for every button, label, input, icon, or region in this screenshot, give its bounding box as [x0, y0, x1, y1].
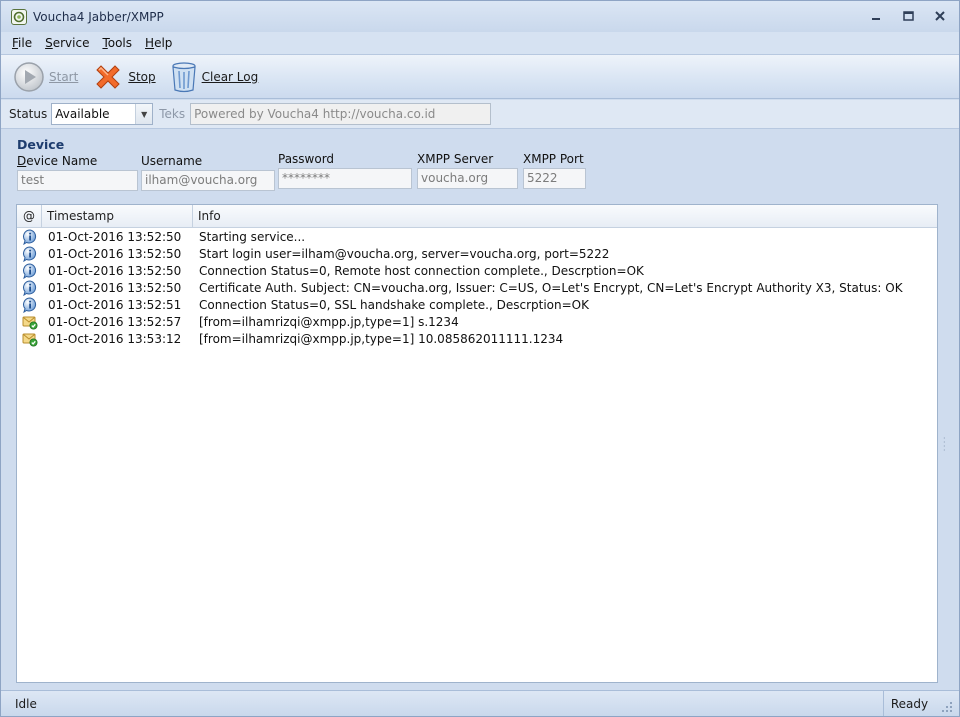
row-timestamp: 01-Oct-2016 13:53:12 [48, 331, 182, 346]
xmpp-port-group: XMPP Port 5222 [523, 152, 586, 189]
row-info: [from=ilhamrizqi@xmpp.jp,type=1] 10.0858… [199, 331, 564, 346]
log-grid[interactable]: @ Timestamp Info 01-Oct-2016 13:52:50 Sta… [16, 204, 938, 683]
status-row: Status Available ▼ Teks Powered by Vouch… [1, 100, 959, 129]
teks-label: Teks [159, 107, 186, 121]
row-timestamp: 01-Oct-2016 13:52:50 [48, 280, 182, 295]
device-group-title: Device [17, 137, 65, 152]
minimize-icon [872, 18, 880, 20]
close-icon [935, 11, 945, 21]
teks-input[interactable]: Powered by Voucha4 http://voucha.co.id [190, 103, 492, 125]
row-info: [from=ilhamrizqi@xmpp.jp,type=1] s.1234 [199, 314, 459, 329]
menu-bar: File Service Tools Help [1, 32, 959, 54]
username-label: Username [141, 154, 203, 168]
chevron-down-icon[interactable]: ▼ [135, 104, 153, 124]
message-received-icon [17, 314, 42, 330]
play-icon [14, 61, 44, 92]
password-field[interactable]: ******** [278, 168, 412, 189]
column-header-timestamp[interactable]: Timestamp [42, 205, 193, 227]
menu-service[interactable]: Service [44, 36, 90, 50]
device-name-field[interactable]: test [17, 170, 138, 191]
xmpp-server-label: XMPP Server [417, 152, 494, 166]
log-grid-header: @ Timestamp Info [17, 205, 937, 228]
status-bar: Idle Ready [1, 690, 959, 716]
table-row[interactable]: 01-Oct-2016 13:52:50 Connection Status=0,… [17, 262, 937, 279]
info-icon [17, 262, 42, 279]
clear-log-label: Clear Log [201, 69, 259, 84]
message-received-icon [17, 331, 42, 347]
table-row[interactable]: 01-Oct-2016 13:52:57 [from=ilhamrizqi@xmp… [17, 313, 937, 330]
row-info: Starting service... [199, 229, 306, 244]
status-label: Status [9, 107, 48, 121]
row-timestamp: 01-Oct-2016 13:52:51 [48, 297, 182, 312]
splitter-grip-icon[interactable]: · · · · [943, 435, 947, 455]
table-row[interactable]: 01-Oct-2016 13:52:51 Connection Status=0,… [17, 296, 937, 313]
row-info: Connection Status=0, SSL handshake compl… [199, 297, 589, 312]
info-icon [17, 245, 42, 262]
row-timestamp: 01-Oct-2016 13:52:50 [48, 246, 182, 261]
status-bar-state: Idle [15, 696, 37, 711]
start-label: Start [49, 69, 79, 84]
resize-grip-icon[interactable] [935, 691, 959, 716]
status-bar-ready: Ready [883, 691, 935, 716]
trash-bin-icon [171, 61, 196, 92]
password-group: Password ******** [278, 152, 412, 189]
toolbar: Start Stop Clear Log [1, 54, 959, 99]
row-info: Start login user=ilham@voucha.org, serve… [199, 246, 610, 261]
username-field[interactable]: ilham@voucha.org [141, 170, 275, 191]
column-header-info[interactable]: Info [193, 205, 937, 227]
username-group: Username ilham@voucha.org [141, 154, 275, 191]
maximize-icon [902, 11, 914, 21]
xmpp-port-field[interactable]: 5222 [523, 168, 586, 189]
status-select[interactable]: Available ▼ [51, 103, 154, 125]
xmpp-port-label: XMPP Port [523, 152, 584, 166]
menu-file[interactable]: File [11, 36, 33, 50]
xmpp-server-field[interactable]: voucha.org [417, 168, 518, 189]
clear-log-button[interactable]: Clear Log [170, 59, 259, 95]
xmpp-server-group: XMPP Server voucha.org [417, 152, 518, 189]
table-row[interactable]: 01-Oct-2016 13:53:12 [from=ilhamrizqi@xmp… [17, 330, 937, 347]
info-icon [17, 279, 42, 296]
table-row[interactable]: 01-Oct-2016 13:52:50 Certificate Auth. Su… [17, 279, 937, 296]
menu-help[interactable]: Help [144, 36, 173, 50]
info-icon [17, 228, 42, 245]
info-icon [17, 296, 42, 313]
menu-tools[interactable]: Tools [101, 36, 133, 50]
stop-label: Stop [128, 69, 156, 84]
row-info: Certificate Auth. Subject: CN=voucha.org… [199, 280, 903, 295]
table-row[interactable]: 01-Oct-2016 13:52:50 Starting service... [17, 228, 937, 245]
table-row[interactable]: 01-Oct-2016 13:52:50 Start login user=ilh… [17, 245, 937, 262]
row-timestamp: 01-Oct-2016 13:52:57 [48, 314, 182, 329]
log-body: 01-Oct-2016 13:52:50 Starting service... 0… [17, 228, 937, 347]
row-timestamp: 01-Oct-2016 13:52:50 [48, 229, 182, 244]
stop-button[interactable]: Stop [92, 59, 156, 95]
title-bar[interactable]: Voucha4 Jabber/XMPP [1, 1, 959, 32]
main-window: Voucha4 Jabber/XMPP File Service Tools H… [0, 0, 960, 717]
column-header-icon[interactable]: @ [17, 205, 42, 227]
password-label: Password [278, 152, 335, 166]
device-name-group: Device Name test [17, 154, 138, 191]
device-name-label: Device Name [17, 154, 98, 168]
stop-x-icon [96, 64, 121, 89]
row-info: Connection Status=0, Remote host connect… [199, 263, 644, 278]
minimize-button[interactable] [865, 7, 887, 25]
app-logo-icon [11, 8, 27, 25]
maximize-button[interactable] [897, 7, 919, 25]
row-timestamp: 01-Oct-2016 13:52:50 [48, 263, 182, 278]
status-select-value: Available [55, 107, 110, 121]
close-button[interactable] [929, 7, 951, 25]
window-title: Voucha4 Jabber/XMPP [33, 9, 164, 24]
start-button[interactable]: Start [13, 59, 78, 95]
